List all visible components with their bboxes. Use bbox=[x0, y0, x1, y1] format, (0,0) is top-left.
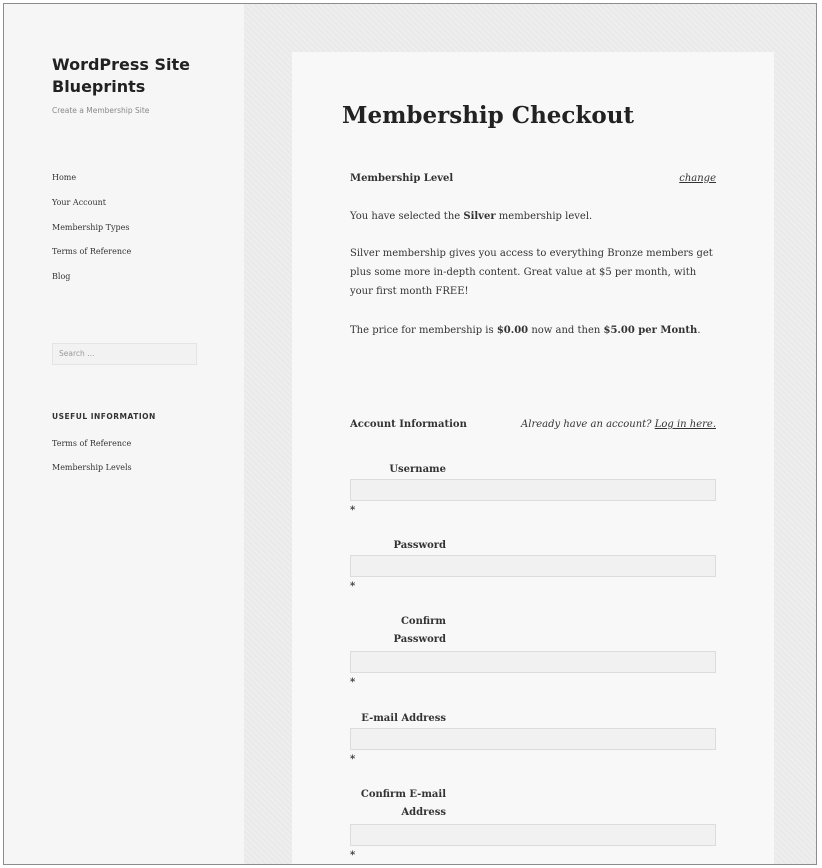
useful-information-list: Terms of Reference Membership Levels bbox=[52, 438, 132, 486]
sidebar: WordPress Site Blueprints Create a Membe… bbox=[4, 4, 244, 864]
confirm-password-field[interactable] bbox=[350, 651, 716, 673]
widget-title: USEFUL INFORMATION bbox=[52, 412, 156, 421]
required-marker: * bbox=[350, 677, 356, 688]
level-description: Silver membership gives you access to ev… bbox=[350, 248, 713, 297]
browser-viewport: WordPress Site Blueprints Create a Membe… bbox=[3, 3, 817, 865]
change-level-link[interactable]: change bbox=[679, 172, 716, 186]
account-information-heading: Account Information bbox=[350, 419, 467, 430]
membership-level-header: Membership Level change bbox=[350, 172, 716, 186]
confirm-email-field[interactable] bbox=[350, 824, 716, 846]
widget-link-membership-levels[interactable]: Membership Levels bbox=[52, 462, 132, 474]
login-prompt: Already have an account? Log in here. bbox=[521, 418, 716, 432]
confirm-password-label: Confirm Password bbox=[393, 616, 446, 645]
selected-level-name: Silver bbox=[463, 211, 496, 222]
price-recurring: $5.00 per Month bbox=[603, 325, 698, 336]
price-now: $0.00 bbox=[496, 325, 529, 336]
price-end: . bbox=[697, 325, 701, 336]
selected-suffix: membership level. bbox=[495, 211, 593, 222]
password-field[interactable] bbox=[350, 555, 716, 577]
page-title: Membership Checkout bbox=[342, 102, 635, 129]
price-text: The price for membership is $0.00 now an… bbox=[350, 321, 720, 340]
selected-prefix: You have selected the bbox=[350, 211, 464, 222]
email-field[interactable] bbox=[350, 728, 716, 750]
account-information-header: Account Information Already have an acco… bbox=[350, 418, 716, 432]
required-marker: * bbox=[350, 850, 356, 861]
widget-link-terms-of-reference[interactable]: Terms of Reference bbox=[52, 438, 132, 450]
required-marker: * bbox=[350, 581, 356, 592]
price-middle: now and then bbox=[528, 325, 604, 336]
main-navigation: Home Your Account Membership Types Terms… bbox=[52, 172, 212, 296]
site-description: Create a Membership Site bbox=[52, 106, 150, 115]
email-label: E-mail Address bbox=[361, 713, 446, 724]
login-link[interactable]: Log in here. bbox=[655, 419, 716, 430]
membership-level-heading: Membership Level bbox=[350, 173, 454, 184]
nav-item-terms-of-reference[interactable]: Terms of Reference bbox=[52, 246, 212, 258]
checkout-content: Membership Checkout Membership Level cha… bbox=[292, 52, 774, 864]
required-marker: * bbox=[350, 754, 356, 765]
site-title[interactable]: WordPress Site Blueprints bbox=[52, 54, 222, 98]
username-field[interactable] bbox=[350, 479, 716, 501]
login-prompt-text: Already have an account? bbox=[521, 419, 652, 430]
search-input[interactable]: Search … bbox=[52, 343, 197, 365]
price-prefix: The price for membership is bbox=[350, 325, 497, 336]
selected-level-text: You have selected the Silver membership … bbox=[350, 207, 720, 226]
required-marker: * bbox=[350, 505, 356, 516]
nav-item-blog[interactable]: Blog bbox=[52, 271, 212, 283]
confirm-email-label: Confirm E-mail Address bbox=[360, 789, 446, 818]
nav-item-membership-types[interactable]: Membership Types bbox=[52, 222, 212, 234]
password-label: Password bbox=[393, 540, 446, 551]
username-label: Username bbox=[389, 464, 446, 475]
nav-item-your-account[interactable]: Your Account bbox=[52, 197, 212, 209]
nav-item-home[interactable]: Home bbox=[52, 172, 212, 184]
